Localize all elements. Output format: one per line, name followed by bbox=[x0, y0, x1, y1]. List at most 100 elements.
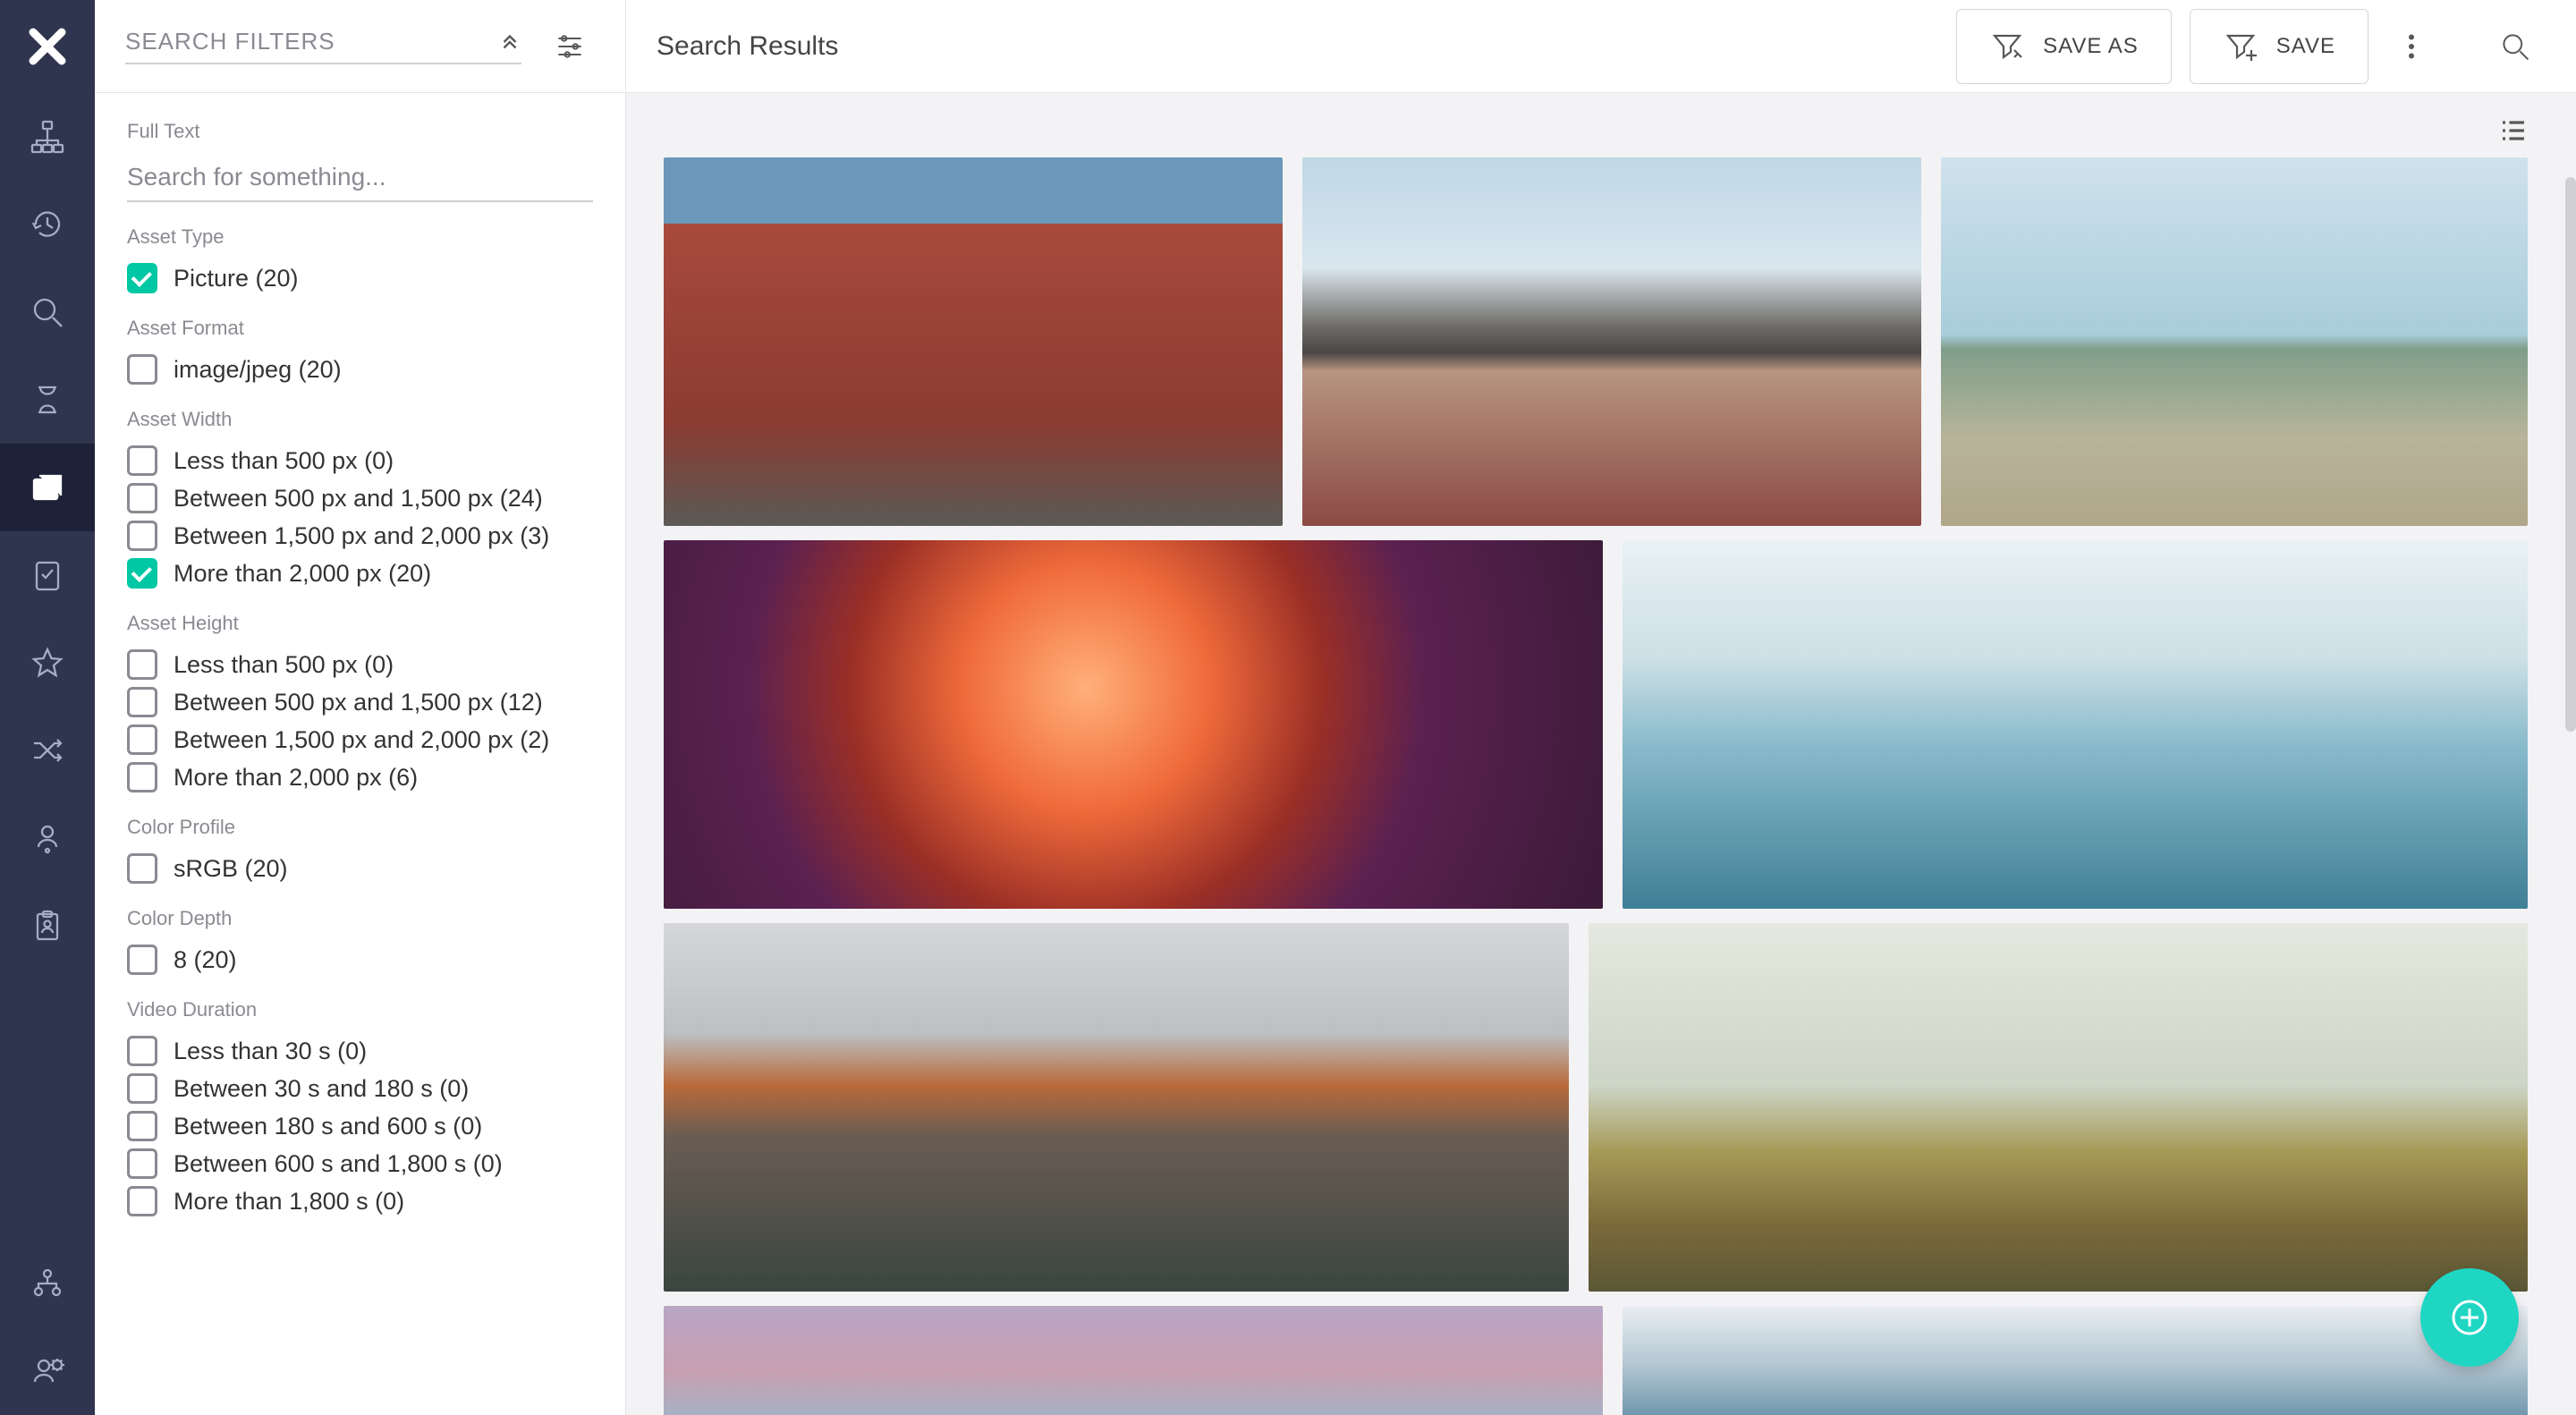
filter-checkbox-row[interactable]: Between 30 s and 180 s (0) bbox=[127, 1073, 593, 1104]
nav-rail bbox=[0, 0, 95, 1415]
filter-checkbox-row[interactable]: Between 180 s and 600 s (0) bbox=[127, 1111, 593, 1141]
checkbox-icon bbox=[127, 762, 157, 792]
list-view-toggle[interactable] bbox=[2488, 106, 2538, 156]
checkbox-label: Between 180 s and 600 s (0) bbox=[174, 1113, 482, 1140]
fulltext-label: Full Text bbox=[127, 120, 593, 143]
nav-clipboard-user-icon[interactable] bbox=[0, 882, 95, 970]
checkbox-icon bbox=[127, 445, 157, 476]
checkbox-label: Picture (20) bbox=[174, 265, 299, 292]
checkbox-label: More than 2,000 px (20) bbox=[174, 560, 431, 588]
result-thumb[interactable] bbox=[1302, 157, 1921, 526]
filter-checkbox-row[interactable]: sRGB (20) bbox=[127, 853, 593, 884]
add-fab[interactable] bbox=[2420, 1268, 2519, 1367]
filter-group-label: Color Depth bbox=[127, 907, 593, 930]
nav-shuffle-icon[interactable] bbox=[0, 707, 95, 794]
checkbox-label: 8 (20) bbox=[174, 946, 237, 974]
save-label: SAVE bbox=[2276, 34, 2335, 59]
checkbox-label: Less than 500 px (0) bbox=[174, 651, 394, 679]
filters-title-dropdown[interactable]: SEARCH FILTERS bbox=[125, 28, 521, 64]
filter-checkbox-row[interactable]: 8 (20) bbox=[127, 945, 593, 975]
result-thumb[interactable] bbox=[1623, 540, 2528, 909]
nav-org-icon[interactable] bbox=[0, 1240, 95, 1327]
nav-tree-icon[interactable] bbox=[0, 93, 95, 181]
chevron-down-icon bbox=[498, 30, 521, 54]
filter-group-label: Asset Height bbox=[127, 612, 593, 635]
result-thumb[interactable] bbox=[664, 540, 1603, 909]
checkbox-icon bbox=[127, 1186, 157, 1216]
nav-images-icon[interactable] bbox=[0, 444, 95, 531]
checkbox-icon bbox=[127, 354, 157, 385]
results-scrollbar[interactable] bbox=[2565, 177, 2576, 732]
filter-edit-icon bbox=[1989, 29, 2025, 64]
main-area: Search Results SAVE AS SAVE bbox=[626, 0, 2576, 1415]
filter-checkbox-row[interactable]: More than 2,000 px (6) bbox=[127, 762, 593, 792]
filter-checkbox-row[interactable]: Between 600 s and 1,800 s (0) bbox=[127, 1148, 593, 1179]
filter-checkbox-row[interactable]: Less than 500 px (0) bbox=[127, 445, 593, 476]
checkbox-icon bbox=[127, 649, 157, 680]
nav-task-icon[interactable] bbox=[0, 531, 95, 619]
fulltext-input[interactable] bbox=[127, 157, 593, 202]
checkbox-label: Less than 30 s (0) bbox=[174, 1038, 367, 1065]
filters-header: SEARCH FILTERS bbox=[95, 0, 625, 93]
filter-group-label: Color Profile bbox=[127, 816, 593, 839]
checkbox-label: Between 500 px and 1,500 px (24) bbox=[174, 485, 543, 513]
checkbox-label: More than 1,800 s (0) bbox=[174, 1188, 404, 1216]
checkbox-label: Between 600 s and 1,800 s (0) bbox=[174, 1150, 503, 1178]
result-thumb[interactable] bbox=[664, 923, 1569, 1292]
filter-checkbox-row[interactable]: Between 500 px and 1,500 px (12) bbox=[127, 687, 593, 717]
checkbox-icon bbox=[127, 1036, 157, 1066]
filter-checkbox-row[interactable]: Between 1,500 px and 2,000 px (2) bbox=[127, 724, 593, 755]
checkbox-icon bbox=[127, 263, 157, 293]
checkbox-icon bbox=[127, 945, 157, 975]
results-grid bbox=[664, 157, 2528, 1415]
global-search-button[interactable] bbox=[2490, 21, 2540, 72]
result-thumb[interactable] bbox=[664, 1306, 1603, 1415]
checkbox-icon bbox=[127, 1111, 157, 1141]
app-logo[interactable] bbox=[0, 0, 95, 93]
page-title: Search Results bbox=[657, 31, 1938, 62]
result-thumb[interactable] bbox=[1589, 923, 2528, 1292]
nav-history-icon[interactable] bbox=[0, 181, 95, 268]
nav-user-settings-icon[interactable] bbox=[0, 1327, 95, 1415]
nav-star-icon[interactable] bbox=[0, 619, 95, 707]
checkbox-label: Less than 500 px (0) bbox=[174, 447, 394, 475]
filter-group-label: Asset Type bbox=[127, 225, 593, 249]
filter-checkbox-row[interactable]: Between 500 px and 1,500 px (24) bbox=[127, 483, 593, 513]
filters-body: Full Text Asset TypePicture (20)Asset Fo… bbox=[95, 93, 625, 1415]
filter-checkbox-row[interactable]: Between 1,500 px and 2,000 px (3) bbox=[127, 521, 593, 551]
nav-person-pin-icon[interactable] bbox=[0, 794, 95, 882]
filter-settings-button[interactable] bbox=[545, 21, 595, 72]
checkbox-icon bbox=[127, 1148, 157, 1179]
filter-checkbox-row[interactable]: More than 1,800 s (0) bbox=[127, 1186, 593, 1216]
checkbox-label: sRGB (20) bbox=[174, 855, 288, 883]
filter-checkbox-row[interactable]: More than 2,000 px (20) bbox=[127, 558, 593, 589]
filters-panel: SEARCH FILTERS Full Text Asset Type Pictu… bbox=[95, 0, 626, 1415]
filter-checkbox-row[interactable]: Less than 30 s (0) bbox=[127, 1036, 593, 1066]
result-thumb[interactable] bbox=[664, 157, 1283, 526]
save-as-label: SAVE AS bbox=[2043, 34, 2139, 59]
search-icon bbox=[2499, 30, 2531, 63]
result-thumb[interactable] bbox=[1623, 1306, 2528, 1415]
checkbox-icon bbox=[127, 521, 157, 551]
checkbox-label: Between 1,500 px and 2,000 px (3) bbox=[174, 522, 549, 550]
filter-checkbox-row[interactable]: Less than 500 px (0) bbox=[127, 649, 593, 680]
checkbox-label: Between 500 px and 1,500 px (12) bbox=[174, 689, 543, 716]
more-vert-icon bbox=[2395, 30, 2428, 63]
result-thumb[interactable] bbox=[1941, 157, 2528, 526]
checkbox-icon bbox=[127, 687, 157, 717]
checkbox-label: Between 30 s and 180 s (0) bbox=[174, 1075, 469, 1103]
more-menu-button[interactable] bbox=[2386, 21, 2436, 72]
save-as-button[interactable]: SAVE AS bbox=[1956, 9, 2172, 84]
filter-checkbox-row[interactable]: image/jpeg (20) bbox=[127, 354, 593, 385]
topbar: Search Results SAVE AS SAVE bbox=[626, 0, 2576, 93]
save-button[interactable]: SAVE bbox=[2190, 9, 2368, 84]
list-icon bbox=[2497, 114, 2529, 147]
checkbox-label: image/jpeg (20) bbox=[174, 356, 342, 384]
checkbox-icon bbox=[127, 483, 157, 513]
nav-search-icon[interactable] bbox=[0, 268, 95, 356]
nav-hourglass-icon[interactable] bbox=[0, 356, 95, 444]
filter-group-label: Video Duration bbox=[127, 998, 593, 1021]
filter-checkbox-row[interactable]: Picture (20) bbox=[127, 263, 593, 293]
checkbox-label: Between 1,500 px and 2,000 px (2) bbox=[174, 726, 549, 754]
checkbox-icon bbox=[127, 558, 157, 589]
